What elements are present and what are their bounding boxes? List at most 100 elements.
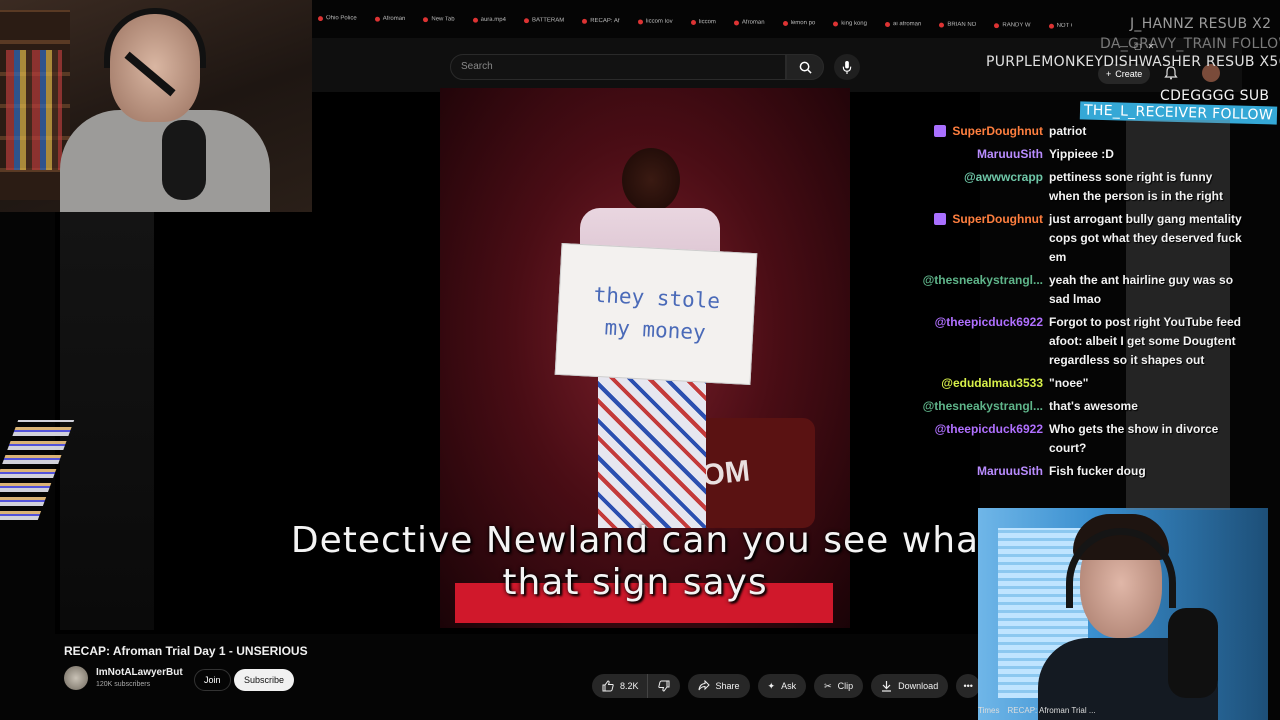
favicon-icon	[523, 17, 529, 23]
chat-username[interactable]: @thesneakystrangl...	[915, 397, 1049, 416]
chat-username[interactable]: @awwwcrapp	[915, 168, 1049, 206]
clip-button[interactable]: ✂ Clip	[814, 674, 864, 698]
chat-username[interactable]: MaruuuSith	[915, 462, 1049, 481]
taskbar-item[interactable]: RECAP: Afroman Trial ...	[1007, 706, 1095, 720]
minimize-icon[interactable]: —	[1120, 42, 1128, 51]
browser-tab[interactable]: BRIAN NO	[933, 22, 982, 29]
taskbar-item[interactable]: Times	[978, 706, 999, 720]
browser-tab[interactable]: king kong	[827, 20, 873, 27]
chat-username[interactable]: @theepicduck6922	[915, 313, 1049, 370]
maximize-icon[interactable]: ▢	[1134, 42, 1142, 51]
microphone-icon	[842, 60, 852, 74]
chat-username[interactable]: SuperDoughnut	[915, 122, 1049, 141]
like-count: 8.2K	[620, 681, 639, 691]
scissors-icon: ✂	[824, 680, 832, 691]
channel-name[interactable]: ImNotALawyerBut	[96, 667, 183, 678]
chat-username-text: @theepicduck6922	[934, 422, 1043, 436]
shelf-toys	[6, 50, 62, 170]
browser-tab[interactable]: aura.mp4	[467, 17, 512, 23]
chat-message: @awwwcrapp pettiness sone right is funny …	[915, 168, 1245, 206]
protest-sign: they stole my money	[554, 242, 758, 386]
join-button[interactable]: Join	[194, 669, 231, 691]
share-icon	[698, 680, 710, 691]
browser-tab-label: New Tab	[431, 16, 455, 23]
search-button[interactable]	[786, 54, 824, 80]
browser-tab-label: Afroman	[382, 15, 406, 22]
chat-message: @theepicduck6922 Forgot to post right You…	[915, 313, 1245, 370]
ask-button[interactable]: ✦ Ask	[757, 674, 807, 698]
chat-message: SuperDoughnut just arrogant bully gang me…	[915, 210, 1245, 267]
browser-tab-label: aura.mp4	[480, 16, 506, 24]
browser-tab[interactable]: Ohio Police	[312, 15, 363, 22]
browser-tab-label: ai afroman	[892, 21, 922, 28]
sign-line-1: they stole	[593, 282, 721, 314]
guest-microphone	[1168, 608, 1218, 698]
chat-username[interactable]: MaruuuSith	[915, 145, 1049, 164]
favicon-icon	[884, 21, 890, 27]
chat-text: that's awesome	[1049, 399, 1138, 413]
chat-username[interactable]: @edudalmau3533	[915, 374, 1049, 393]
browser-tab[interactable]: New Tab	[417, 16, 460, 23]
stream-alerts: J_HANNZ RESUB X2 DA_GRAVY_TRAIN FOLLOW P…	[986, 8, 1280, 128]
browser-tab[interactable]: Afroman	[369, 16, 412, 22]
chat-username[interactable]: @thesneakystrangl...	[915, 271, 1049, 309]
more-actions-button[interactable]: •••	[956, 674, 981, 698]
browser-tab[interactable]: Iiccom	[685, 19, 722, 25]
like-button[interactable]: 8.2K	[592, 674, 647, 698]
browser-tab[interactable]: lemon po	[777, 20, 822, 26]
video-title: RECAP: Afroman Trial Day 1 - UNSERIOUS	[64, 644, 308, 658]
favicon-icon	[782, 20, 788, 26]
chat-username[interactable]: SuperDoughnut	[915, 210, 1049, 267]
chat-text: Who gets the show in divorce court?	[1049, 422, 1219, 455]
alert-item: CDEGGGG SUB	[1160, 88, 1270, 104]
caption-line-2: that sign says	[502, 562, 768, 603]
chat-username-text: @thesneakystrangl...	[922, 273, 1043, 287]
chat-username-text: @thesneakystrangl...	[922, 399, 1043, 413]
ask-label: Ask	[781, 681, 797, 691]
search-input[interactable]: Search	[450, 54, 786, 80]
chat-text: just arrogant bully gang mentality cops …	[1049, 212, 1242, 264]
browser-tab[interactable]: BATTERAM	[518, 17, 570, 24]
streamer-webcam	[0, 0, 312, 212]
close-icon[interactable]: ✕	[1148, 42, 1155, 51]
channel-avatar[interactable]	[64, 666, 88, 690]
chat-username-text: @edudalmau3533	[941, 376, 1043, 390]
favicon-icon	[939, 22, 945, 28]
subscribe-button[interactable]: Subscribe	[234, 669, 295, 691]
subscriber-count: 120K subscribers	[96, 681, 151, 688]
download-label: Download	[898, 681, 939, 691]
favicon-icon	[733, 19, 739, 25]
chat-username[interactable]: @theepicduck6922	[915, 420, 1049, 458]
caption-line-1: Detective Newland can you see wha	[290, 520, 980, 561]
browser-tab-label: lemon po	[790, 20, 816, 27]
chat-text: pettiness sone right is funny when the p…	[1049, 170, 1224, 203]
stream-chat: SuperDoughnut patriot MaruuuSith Yippieee :…	[915, 122, 1245, 485]
voice-search-button[interactable]	[834, 54, 860, 80]
chat-username-text: MaruuuSith	[977, 147, 1043, 161]
browser-tab[interactable]: Afroman	[728, 19, 771, 26]
chat-text: Forgot to post right YouTube feed afoot:…	[1049, 315, 1241, 367]
chat-message: @thesneakystrangl... that's awesome	[915, 397, 1245, 416]
sparkle-icon: ✦	[767, 680, 776, 691]
chat-message: @thesneakystrangl... yeah the ant hairlin…	[915, 271, 1245, 309]
browser-tab[interactable]: Iiccom Iov	[632, 18, 679, 25]
browser-tab-label: Iiccom	[698, 19, 716, 26]
dislike-button[interactable]	[646, 674, 680, 698]
favicon-icon	[637, 18, 643, 24]
browser-tab[interactable]: ai afroman	[879, 21, 927, 28]
guest-webcam	[978, 508, 1268, 720]
chat-message: @theepicduck6922 Who gets the show in div…	[915, 420, 1245, 458]
browser-tab[interactable]: RECAP: Af	[576, 18, 625, 25]
chat-username-text: SuperDoughnut	[952, 124, 1043, 138]
share-button[interactable]: Share	[687, 674, 750, 698]
browser-tab-label: Iiccom Iov	[645, 18, 673, 25]
chat-message: SuperDoughnut patriot	[915, 122, 1245, 141]
thumbs-down-icon	[657, 680, 670, 692]
favicon-icon	[374, 16, 380, 22]
browser-tab-strip: Ohio Police Afroman New Tab aura.mp4 BATTERA…	[312, 8, 1072, 36]
download-icon	[882, 681, 892, 692]
favicon-icon	[690, 19, 696, 25]
headset-icon	[104, 8, 206, 68]
favicon-icon	[423, 16, 429, 22]
download-button[interactable]: Download	[871, 674, 949, 698]
